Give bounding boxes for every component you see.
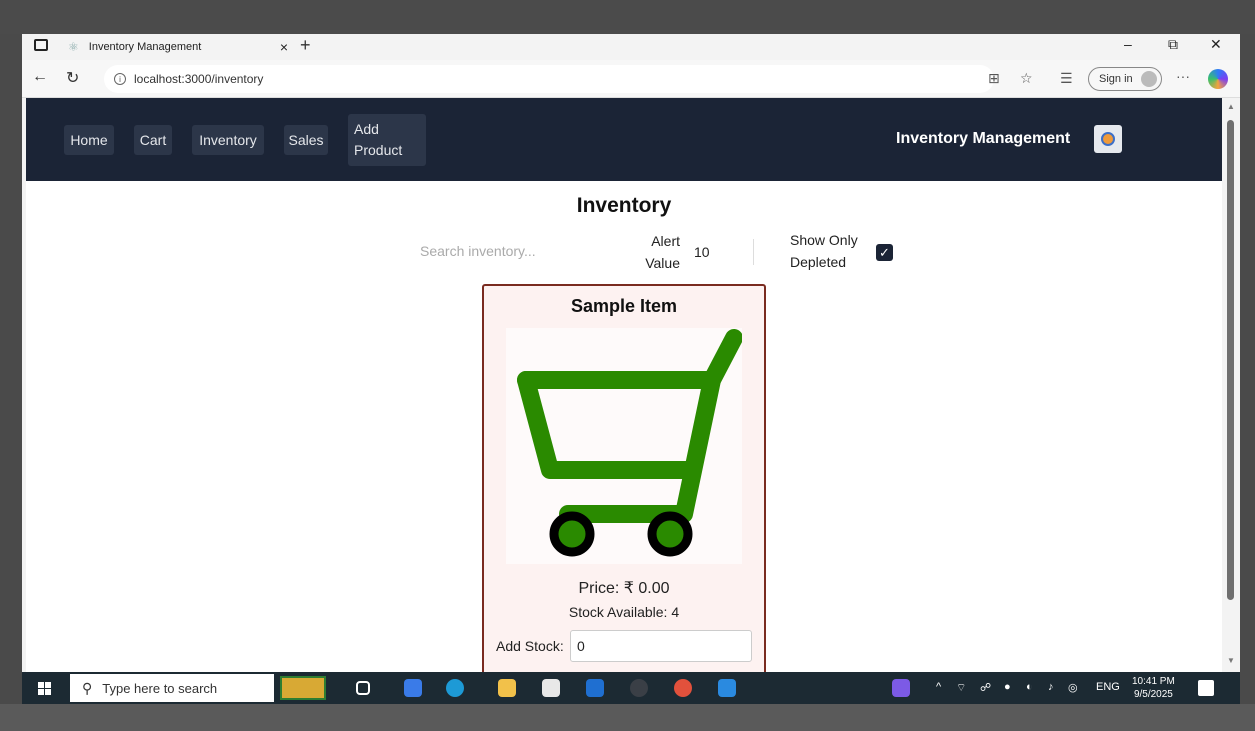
url-text: localhost:3000/inventory	[134, 72, 264, 86]
brand-logo-icon	[1094, 125, 1122, 153]
search-icon: ⚲	[82, 679, 93, 696]
nav-add-product[interactable]: Add Product	[348, 114, 426, 166]
tray-mic-icon[interactable]: ●	[1004, 681, 1011, 693]
copilot-taskbar-icon[interactable]	[404, 679, 422, 697]
alert-value-label: Alert Value	[632, 230, 680, 274]
clock-time: 10:41 PM	[1132, 676, 1175, 687]
url-field[interactable]: i localhost:3000/inventory	[104, 65, 994, 93]
app-icon[interactable]	[630, 679, 648, 697]
scroll-up-icon[interactable]: ▲	[1227, 102, 1235, 111]
nav-add-product-line2: Product	[354, 142, 403, 158]
nav-home[interactable]: Home	[64, 125, 114, 155]
tab-inventory-management[interactable]: ⚛ Inventory Management ×	[62, 34, 288, 60]
shopping-cart-icon	[517, 329, 743, 557]
taskbar-search-box[interactable]: ⚲ Type here to search	[70, 674, 274, 702]
tab-actions-icon[interactable]	[34, 39, 48, 51]
alert-label-line1: Alert	[651, 233, 680, 249]
outlook-icon[interactable]	[586, 679, 604, 697]
tab-close-icon[interactable]: ×	[280, 39, 288, 55]
product-price: Price: ₹ 0.00	[578, 580, 670, 597]
notification-icon[interactable]	[1198, 680, 1214, 696]
nav-add-product-line1: Add	[354, 121, 379, 137]
reader-view-icon[interactable]: ⊞	[988, 70, 1000, 87]
browser-window: ⚛ Inventory Management × + – ⧉ ✕ ← ↻ i l…	[22, 34, 1240, 704]
show-depleted-label: Show Only Depleted	[790, 229, 858, 273]
nav-cart[interactable]: Cart	[134, 125, 172, 155]
tab-bar: ⚛ Inventory Management × + – ⧉ ✕	[22, 34, 1240, 60]
tray-volume-icon[interactable]: ◐	[1026, 681, 1033, 693]
tab-title: Inventory Management	[88, 41, 202, 53]
file-explorer-icon[interactable]	[498, 679, 516, 697]
depleted-label-line1: Show Only	[790, 232, 858, 248]
alert-label-line2: Value	[645, 255, 680, 271]
video-bottom-bar	[0, 704, 1255, 731]
refresh-icon[interactable]: ↻	[66, 68, 79, 88]
sign-in-label: Sign in	[1099, 73, 1133, 85]
copilot-icon[interactable]	[1208, 69, 1228, 89]
product-image	[506, 328, 743, 564]
add-stock-label: Add Stock:	[496, 638, 564, 654]
chrome-icon[interactable]	[674, 679, 692, 697]
video-top-bar	[0, 0, 1255, 34]
app-navbar: Home Cart Inventory Sales Add Product In…	[26, 98, 1222, 181]
edge-icon[interactable]	[446, 679, 464, 697]
favorites-list-icon[interactable]: ☰	[1060, 70, 1073, 87]
sign-in-button[interactable]: Sign in	[1088, 67, 1162, 91]
clock[interactable]: 10:41 PM 9/5/2025	[1132, 675, 1175, 701]
check-icon: ✓	[879, 244, 890, 260]
windows-start-icon[interactable]	[38, 682, 51, 695]
avatar-icon	[1141, 71, 1157, 87]
tray-chevron-icon[interactable]: ^	[936, 681, 941, 693]
minimize-button[interactable]: –	[1124, 36, 1132, 52]
language-indicator[interactable]: ENG	[1096, 681, 1120, 693]
restore-button[interactable]: ⧉	[1168, 36, 1178, 53]
brand-title: Inventory Management	[896, 130, 1071, 147]
product-card: Sample Item Price: ₹ 0.00 Stock Availabl…	[482, 284, 766, 672]
product-stock: Stock Available: 4	[568, 604, 680, 620]
add-stock-input[interactable]	[570, 630, 752, 662]
task-view-icon[interactable]	[356, 681, 370, 695]
react-favicon-icon: ⚛	[68, 40, 79, 54]
page-title: Inventory	[576, 194, 672, 217]
tray-network-icon[interactable]: ☍	[980, 681, 991, 694]
clock-date: 9/5/2025	[1133, 689, 1173, 700]
page-viewport: Home Cart Inventory Sales Add Product In…	[26, 98, 1222, 672]
show-depleted-checkbox[interactable]: ✓	[876, 244, 893, 261]
back-icon[interactable]: ←	[32, 68, 48, 86]
taskbar-search-text: Type here to search	[102, 680, 218, 696]
windows-taskbar: ⚲ Type here to search ^ ⌔ ☍ ● ◐ ♪ ◎ ENG …	[22, 672, 1240, 704]
scrollbar-thumb[interactable]	[1227, 120, 1234, 600]
address-bar: ← ↻ i localhost:3000/inventory ⊞ ☆ ☰ Sig…	[22, 60, 1240, 98]
nav-inventory[interactable]: Inventory	[192, 125, 264, 155]
product-title: Sample Item	[570, 296, 678, 316]
tray-speaker-icon[interactable]: ♪	[1048, 681, 1054, 693]
site-info-icon[interactable]: i	[114, 73, 126, 85]
close-window-button[interactable]: ✕	[1210, 36, 1222, 53]
depleted-label-line2: Depleted	[790, 254, 847, 270]
vscode-icon[interactable]	[718, 679, 736, 697]
page-scrollbar[interactable]: ▲ ▼	[1222, 98, 1240, 672]
tray-wifi-icon[interactable]: ⌔	[956, 681, 966, 695]
store-icon[interactable]	[542, 679, 560, 697]
teams-icon[interactable]	[892, 679, 910, 697]
alert-value-input[interactable]	[690, 239, 754, 265]
favorite-star-icon[interactable]: ☆	[1020, 70, 1033, 87]
nav-sales[interactable]: Sales	[284, 125, 328, 155]
tray-status-icon[interactable]: ◎	[1068, 681, 1078, 694]
new-tab-button[interactable]: +	[300, 34, 311, 56]
weather-widget-icon[interactable]	[280, 676, 326, 700]
scroll-down-icon[interactable]: ▼	[1227, 656, 1235, 665]
more-icon[interactable]: ···	[1176, 68, 1190, 84]
search-input[interactable]	[412, 234, 612, 268]
